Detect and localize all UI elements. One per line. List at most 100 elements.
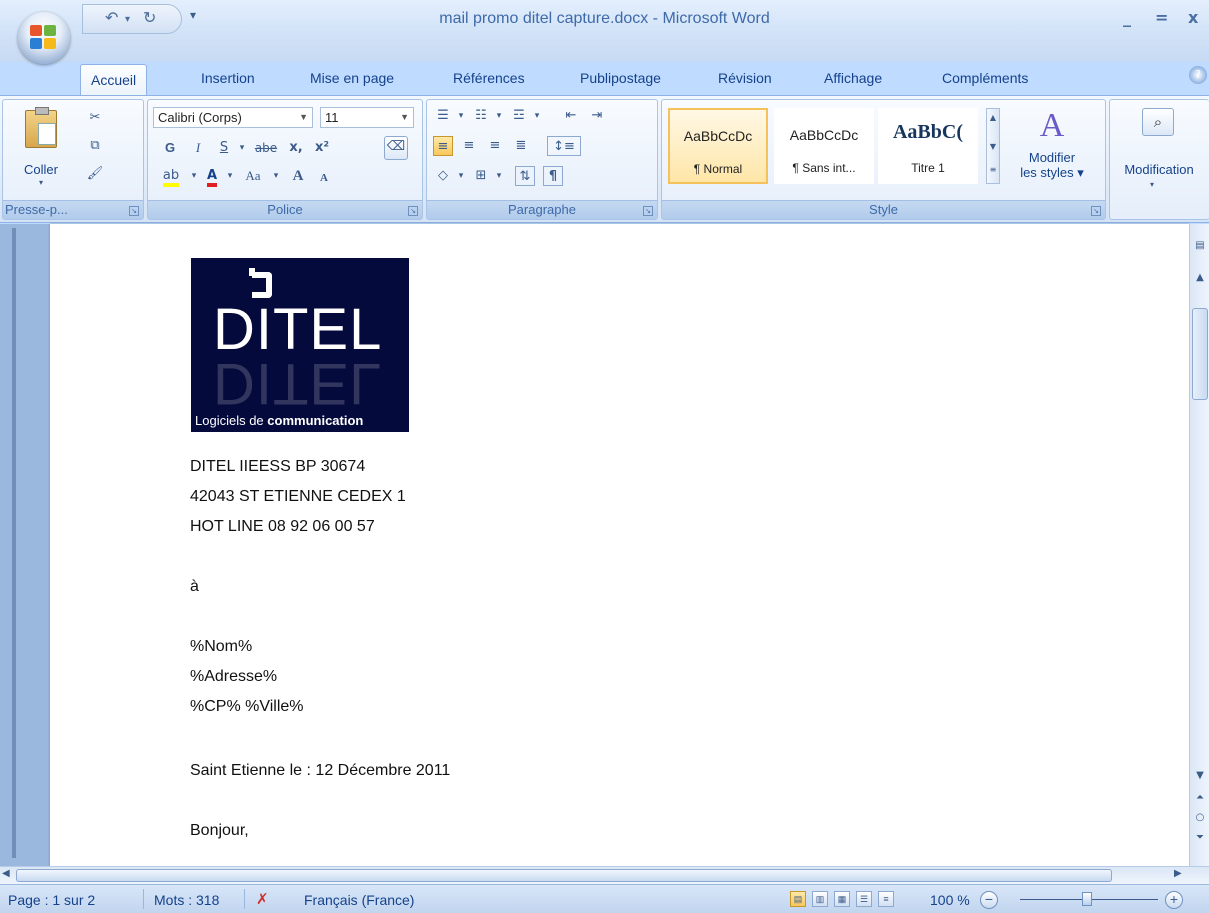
highlight-icon[interactable]: ab xyxy=(156,166,186,187)
style-sans-interligne[interactable]: AaBbCcDc ¶ Sans int... xyxy=(774,108,874,184)
borders-dropdown-icon[interactable]: ▾ xyxy=(489,166,509,186)
multilevel-list-icon[interactable]: ☲ xyxy=(509,106,529,126)
bullets-icon[interactable]: ☰ xyxy=(433,106,453,126)
editing-button[interactable]: Modification xyxy=(1104,162,1209,177)
previous-page-icon[interactable]: ⏶ xyxy=(1192,792,1208,803)
multilevel-dropdown-icon[interactable]: ▾ xyxy=(527,106,547,126)
bullets-dropdown-icon[interactable]: ▾ xyxy=(451,106,471,126)
show-formatting-button[interactable]: ¶ xyxy=(543,166,563,186)
clipboard-launcher-icon[interactable]: ↘ xyxy=(129,206,139,216)
web-layout-view-icon[interactable]: ▦ xyxy=(834,891,850,907)
scroll-right-icon[interactable]: ▶ xyxy=(1174,868,1182,879)
tab-publipostage[interactable]: Publipostage xyxy=(580,70,661,86)
find-icon[interactable]: ⌕ xyxy=(1142,108,1174,136)
scroll-down-icon[interactable]: ▼ xyxy=(987,142,999,151)
sort-icon[interactable]: ⇅ xyxy=(515,166,535,186)
align-left-icon[interactable]: ≡ xyxy=(433,136,453,156)
font-color-dropdown-icon[interactable]: ▾ xyxy=(220,166,240,186)
styles-scroll[interactable]: ▲ ▼ ≡ xyxy=(986,108,1000,184)
scroll-up-icon[interactable]: ▲ xyxy=(987,113,999,122)
word-count[interactable]: Mots : 318 xyxy=(154,892,219,908)
next-page-icon[interactable]: ⏷ xyxy=(1192,832,1208,843)
superscript-button[interactable]: x² xyxy=(312,138,332,158)
scroll-up-icon[interactable]: ▲ xyxy=(1192,272,1208,283)
page-indicator[interactable]: Page : 1 sur 2 xyxy=(8,892,95,908)
style-titre-1[interactable]: AaBbC( Titre 1 xyxy=(878,108,978,184)
style-normal[interactable]: AaBbCcDc ¶ Normal xyxy=(668,108,768,184)
numbering-dropdown-icon[interactable]: ▾ xyxy=(489,106,509,126)
styles-group-label: Style xyxy=(662,200,1105,219)
align-right-icon[interactable]: ≡ xyxy=(485,136,505,156)
justify-icon[interactable]: ≣ xyxy=(511,136,531,156)
zoom-in-icon[interactable]: + xyxy=(1165,891,1183,909)
zoom-out-icon[interactable]: − xyxy=(980,891,998,909)
zoom-level[interactable]: 100 % xyxy=(930,892,970,908)
language-indicator[interactable]: Français (France) xyxy=(304,892,414,908)
cut-icon[interactable]: ✂ xyxy=(85,108,105,128)
maximize-button[interactable]: = xyxy=(1155,8,1168,27)
tab-accueil[interactable]: Accueil xyxy=(80,64,148,98)
shading-icon[interactable]: ◇ xyxy=(433,166,453,186)
outline-view-icon[interactable]: ☰ xyxy=(856,891,872,907)
scroll-left-icon[interactable]: ◀ xyxy=(2,868,10,879)
horizontal-scrollbar[interactable]: ◀ ▶ xyxy=(0,866,1209,884)
change-case-button[interactable]: Aa xyxy=(238,166,268,186)
style-sample: AaBbC( xyxy=(892,121,963,143)
font-size-combo[interactable]: 11 ▼ xyxy=(320,107,414,128)
underline-button[interactable]: S xyxy=(214,138,234,158)
proofing-icon[interactable]: ✗ xyxy=(256,890,269,908)
subscript-button[interactable]: x, xyxy=(286,138,306,158)
styles-launcher-icon[interactable]: ↘ xyxy=(1091,206,1101,216)
change-styles-button[interactable]: A Modifier les styles ▾ xyxy=(1008,106,1096,198)
doc-line-nom: %Nom% xyxy=(190,638,253,655)
vertical-scroll-thumb[interactable] xyxy=(1192,308,1208,400)
align-center-icon[interactable]: ≡ xyxy=(459,136,479,156)
font-color-icon[interactable]: A xyxy=(202,166,222,187)
tab-references[interactable]: Références xyxy=(453,70,525,86)
underline-dropdown-icon[interactable]: ▾ xyxy=(232,138,252,158)
font-name-combo[interactable]: Calibri (Corps) ▼ xyxy=(153,107,313,128)
tab-insertion[interactable]: Insertion xyxy=(201,70,255,86)
document-page[interactable]: DITEL DITEL Logiciels de communication D… xyxy=(50,224,1189,866)
bold-button[interactable]: G xyxy=(160,138,180,158)
paragraph-launcher-icon[interactable]: ↘ xyxy=(643,206,653,216)
zoom-slider-thumb[interactable] xyxy=(1082,892,1092,906)
tab-revision[interactable]: Révision xyxy=(718,70,772,86)
style-name: Titre 1 xyxy=(911,161,945,175)
ruler-toggle-icon[interactable]: ▤ xyxy=(1192,240,1208,251)
style-sample: AaBbCcDc xyxy=(683,128,753,144)
numbering-icon[interactable]: ☷ xyxy=(471,106,491,126)
font-launcher-icon[interactable]: ↘ xyxy=(408,206,418,216)
grow-font-button[interactable]: A xyxy=(288,166,308,186)
shrink-font-button[interactable]: A xyxy=(314,168,334,188)
paste-button[interactable]: Coller ▾ xyxy=(11,106,71,187)
italic-button[interactable]: I xyxy=(188,138,208,158)
line-spacing-icon[interactable]: ↕≡ xyxy=(547,136,581,156)
editing-dropdown-icon[interactable]: ▾ xyxy=(1150,180,1154,189)
format-painter-icon[interactable]: 🖌 xyxy=(85,164,105,184)
vertical-scrollbar[interactable]: ▤ ▲ ▼ ⏶ ○ ⏷ xyxy=(1189,224,1209,866)
tab-complements[interactable]: Compléments xyxy=(942,70,1028,86)
office-button[interactable] xyxy=(18,12,70,64)
close-button[interactable]: x xyxy=(1188,8,1198,27)
borders-icon[interactable]: ⊞ xyxy=(471,166,491,186)
draft-view-icon[interactable]: ≡ xyxy=(878,891,894,907)
print-layout-view-icon[interactable]: ▤ xyxy=(790,891,806,907)
shading-dropdown-icon[interactable]: ▾ xyxy=(451,166,471,186)
tab-mise-en-page[interactable]: Mise en page xyxy=(310,70,394,86)
scroll-down-icon[interactable]: ▼ xyxy=(1192,770,1208,781)
tab-affichage[interactable]: Affichage xyxy=(824,70,882,86)
strikethrough-button[interactable]: abe xyxy=(252,138,280,158)
full-screen-view-icon[interactable]: ▥ xyxy=(812,891,828,907)
increase-indent-icon[interactable]: ⇥ xyxy=(587,106,607,126)
horizontal-scroll-thumb[interactable] xyxy=(16,869,1112,882)
copy-icon[interactable]: ⧉ xyxy=(85,136,105,156)
more-styles-icon[interactable]: ≡ xyxy=(987,165,999,174)
clear-formatting-icon[interactable]: ⌫ xyxy=(384,136,408,160)
change-case-dropdown-icon[interactable]: ▾ xyxy=(266,166,286,186)
decrease-indent-icon[interactable]: ⇤ xyxy=(561,106,581,126)
highlight-dropdown-icon[interactable]: ▾ xyxy=(184,166,204,186)
minimize-button[interactable]: _ xyxy=(1123,8,1131,27)
help-icon[interactable]: ? xyxy=(1189,66,1207,84)
browse-object-icon[interactable]: ○ xyxy=(1192,812,1208,823)
